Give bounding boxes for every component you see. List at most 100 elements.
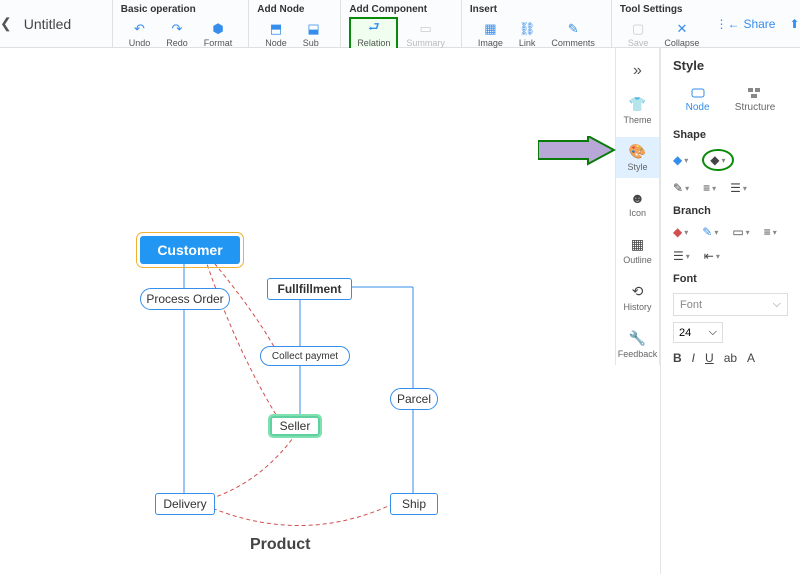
- branch-indent-control[interactable]: ⇤▾: [704, 249, 720, 263]
- theme-icon: 👕: [629, 96, 646, 113]
- tool-rail: » 👕Theme 🎨Style ☻Icon ▦Outline ⟲History …: [615, 48, 660, 365]
- rail-collapse-button[interactable]: »: [629, 58, 646, 84]
- chevron-down-icon: ⌵: [709, 326, 717, 339]
- undo-icon: ↶: [131, 21, 147, 37]
- align-icon: ≡: [703, 181, 710, 195]
- strikethrough-button[interactable]: ab: [724, 351, 737, 365]
- section-shape: Shape: [673, 129, 788, 141]
- image-button[interactable]: ▦Image: [470, 17, 511, 52]
- node-process-order[interactable]: Process Order: [140, 288, 230, 310]
- product-label[interactable]: Product: [250, 536, 310, 554]
- branch-color-control[interactable]: ◆▾: [673, 225, 688, 239]
- rail-theme[interactable]: 👕Theme: [616, 90, 659, 131]
- history-icon: ⟲: [632, 283, 644, 300]
- node-delivery[interactable]: Delivery: [155, 493, 215, 515]
- smiley-icon: ☻: [630, 190, 645, 206]
- style-panel: Style Node Structure Shape ◆▾ ◆▾ ✎▾ ≡▾ ☰…: [660, 48, 800, 574]
- font-family-select[interactable]: Font⌵: [673, 293, 788, 316]
- structure-tab-icon: [747, 87, 763, 99]
- node-customer[interactable]: Customer: [140, 236, 240, 264]
- node-parcel[interactable]: Parcel: [390, 388, 438, 410]
- rail-icon[interactable]: ☻Icon: [616, 184, 659, 224]
- indent-icon: ⇤: [704, 249, 714, 263]
- panel-title: Style: [673, 58, 788, 73]
- chevron-down-icon: ⌵: [773, 298, 781, 311]
- palette-icon: 🎨: [629, 143, 646, 160]
- pen-blue-icon: ✎: [702, 225, 712, 239]
- toolbar: ❮ Untitled Basic operation ↶Undo ↷Redo ⬢…: [0, 0, 800, 48]
- export-button[interactable]: ⬆Export: [789, 17, 800, 31]
- link-button[interactable]: ⛓Link: [511, 17, 544, 52]
- back-button[interactable]: ❮: [0, 0, 12, 47]
- group-tool-settings: Tool Settings ▢Save ✕Collapse: [611, 0, 716, 47]
- font-size-select[interactable]: 24⌵: [673, 322, 723, 343]
- summary-icon: ▭: [418, 21, 434, 37]
- sub-node-icon: ⬓: [306, 21, 322, 37]
- diamond-icon: ◆: [673, 225, 682, 239]
- fill-icon: ◆: [673, 153, 682, 167]
- rect-icon: ▭: [732, 225, 743, 239]
- shape-fill-control[interactable]: ◆▾: [673, 153, 688, 167]
- panel-tabs: Node Structure: [673, 87, 788, 113]
- border-shape-icon: ◆: [710, 153, 719, 167]
- font-color-button[interactable]: A: [747, 351, 755, 365]
- list-icon: ≡: [764, 225, 771, 239]
- toolbar-right: ⋮←Share ⬆Export: [715, 0, 800, 47]
- relation-icon: ⮐: [366, 21, 382, 37]
- group-add-node: Add Node ⬒Node ⬓Sub Node: [248, 0, 340, 47]
- shape-align-control[interactable]: ≡▾: [703, 181, 716, 195]
- branch-line-control[interactable]: ✎▾: [702, 225, 718, 239]
- rail-history[interactable]: ⟲History: [616, 277, 659, 318]
- redo-icon: ↷: [169, 21, 185, 37]
- section-font: Font: [673, 273, 788, 285]
- export-icon: ⬆: [789, 17, 799, 31]
- collapse-button[interactable]: ✕Collapse: [656, 17, 707, 52]
- shape-line-control[interactable]: ✎▾: [673, 181, 689, 195]
- canvas[interactable]: Customer Process Order Fullfillment Coll…: [0, 48, 615, 574]
- node-collect-paymet[interactable]: Collect paymet: [260, 346, 350, 366]
- branch-style-control[interactable]: ☰▾: [673, 249, 690, 263]
- rail-feedback[interactable]: 🔧Feedback: [616, 324, 659, 365]
- thickness-icon: ☰: [730, 181, 741, 195]
- pen-icon: ✎: [673, 181, 683, 195]
- image-icon: ▦: [482, 21, 498, 37]
- toolbar-groups: Basic operation ↶Undo ↷Redo ⬢Format Pain…: [112, 0, 716, 47]
- node-icon: ⬒: [268, 21, 284, 37]
- comments-button[interactable]: ✎Comments: [543, 17, 603, 52]
- node-ship[interactable]: Ship: [390, 493, 438, 515]
- node-fullfillment[interactable]: Fullfillment: [267, 278, 352, 300]
- rail-outline[interactable]: ▦Outline: [616, 230, 659, 271]
- shape-thickness-control[interactable]: ☰▾: [730, 181, 747, 195]
- group-add-component: Add Component ⮐Relation ▭Summary: [340, 0, 461, 47]
- collapse-icon: ✕: [674, 21, 690, 37]
- save-button[interactable]: ▢Save: [620, 17, 657, 52]
- tab-node[interactable]: Node: [686, 87, 710, 113]
- lines-icon: ☰: [673, 249, 684, 263]
- tab-structure[interactable]: Structure: [735, 87, 776, 113]
- node-seller[interactable]: Seller: [270, 416, 320, 436]
- font-style-row: B I U ab A: [673, 351, 788, 365]
- brush-icon: ⬢: [210, 21, 226, 37]
- bold-button[interactable]: B: [673, 351, 682, 365]
- group-basic-operation: Basic operation ↶Undo ↷Redo ⬢Format Pain…: [112, 0, 249, 47]
- outline-icon: ▦: [631, 236, 644, 253]
- node-tab-icon: [690, 87, 706, 99]
- section-branch: Branch: [673, 205, 788, 217]
- document-title[interactable]: Untitled: [12, 0, 112, 47]
- wrench-icon: 🔧: [629, 330, 646, 347]
- relation-button[interactable]: ⮐Relation: [349, 17, 398, 52]
- underline-button[interactable]: U: [705, 351, 714, 365]
- link-icon: ⛓: [519, 21, 535, 37]
- share-icon: ⋮←: [715, 17, 739, 31]
- save-icon: ▢: [630, 21, 646, 37]
- share-button[interactable]: ⋮←Share: [715, 17, 775, 31]
- italic-button[interactable]: I: [692, 351, 695, 365]
- shape-border-control[interactable]: ◆▾: [702, 149, 733, 171]
- branch-align-control[interactable]: ≡▾: [764, 225, 777, 239]
- rail-style[interactable]: 🎨Style: [616, 137, 659, 178]
- summary-button[interactable]: ▭Summary: [398, 17, 453, 52]
- highlight-arrow: [538, 136, 616, 166]
- group-insert: Insert ▦Image ⛓Link ✎Comments: [461, 0, 611, 47]
- branch-rect-control[interactable]: ▭▾: [732, 225, 749, 239]
- comments-icon: ✎: [565, 21, 581, 37]
